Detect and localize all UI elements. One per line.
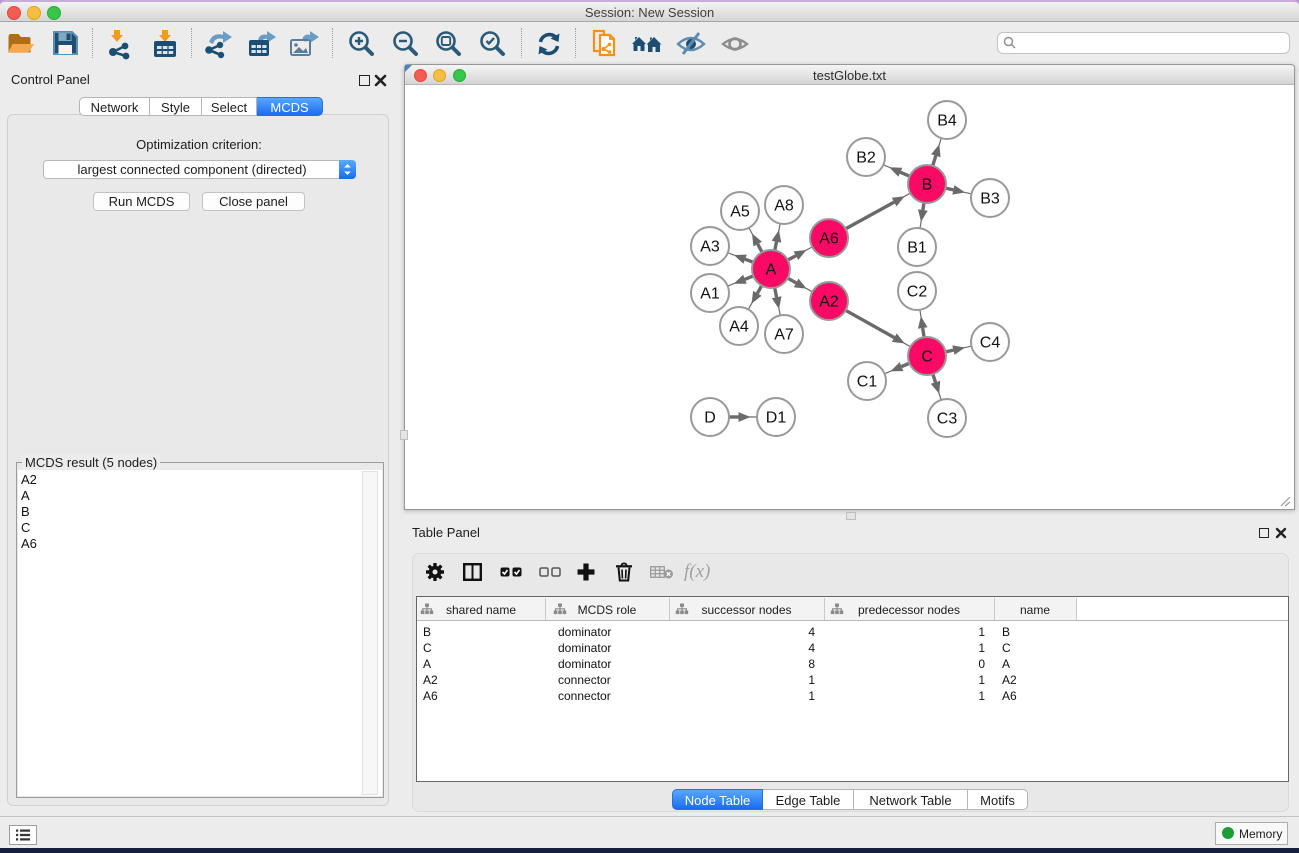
svg-text:C1: C1	[857, 374, 878, 391]
svg-text:D1: D1	[766, 410, 787, 427]
svg-text:A6: A6	[819, 231, 839, 248]
svg-text:C3: C3	[937, 411, 958, 428]
svg-text:B2: B2	[856, 150, 876, 167]
svg-text:A3: A3	[700, 239, 720, 256]
svg-text:A7: A7	[774, 327, 794, 344]
svg-text:A5: A5	[730, 204, 750, 221]
svg-text:A4: A4	[729, 319, 749, 336]
svg-text:B4: B4	[937, 113, 957, 130]
svg-text:B3: B3	[980, 191, 1000, 208]
svg-text:C: C	[921, 349, 933, 366]
svg-text:B: B	[922, 177, 933, 194]
svg-text:C4: C4	[980, 335, 1001, 352]
svg-text:C2: C2	[907, 284, 928, 301]
svg-text:D: D	[704, 410, 716, 427]
svg-text:A2: A2	[819, 294, 839, 311]
svg-text:A: A	[766, 262, 777, 279]
svg-text:B1: B1	[907, 240, 927, 257]
svg-text:A1: A1	[700, 286, 720, 303]
svg-text:A8: A8	[774, 198, 794, 215]
